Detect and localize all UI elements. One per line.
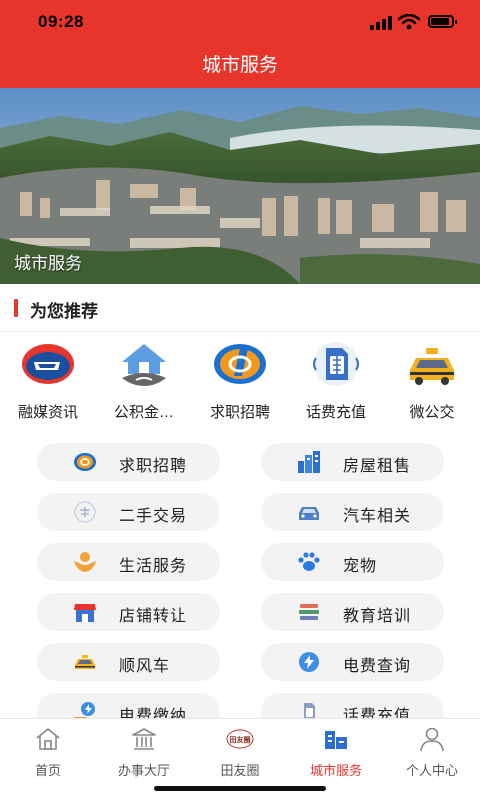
city-service-icon xyxy=(325,731,347,749)
tab-label: 田友圈 xyxy=(220,763,260,778)
circle-logo-icon: 田友圈 xyxy=(226,729,254,749)
hall-icon xyxy=(132,728,156,750)
service-label: 电费缴纳 xyxy=(119,708,188,718)
service-label: 房屋租售 xyxy=(343,458,412,475)
tab-home[interactable]: 首页 xyxy=(0,723,96,783)
service-label: 话费充值 xyxy=(343,708,412,718)
svg-text:田友圈: 田友圈 xyxy=(230,735,251,744)
car-icon xyxy=(299,507,319,520)
recommend-label: 求职招聘 xyxy=(209,404,270,421)
service-car[interactable]: 汽车相关 xyxy=(261,493,444,531)
electricity-pay-icon xyxy=(74,702,95,718)
buildings-icon xyxy=(298,451,320,473)
job-icon xyxy=(74,453,96,471)
recommend-item-media-news[interactable]: 融媒资讯 xyxy=(0,340,96,421)
recommend-label: 微公交 xyxy=(409,404,455,421)
media-news-icon xyxy=(22,344,74,384)
service-label: 二手交易 xyxy=(119,508,188,525)
status-bar: 09:28 xyxy=(0,0,480,44)
tab-circle[interactable]: 田友圈 田友圈 xyxy=(192,723,288,783)
shop-icon xyxy=(74,604,96,622)
service-label: 生活服务 xyxy=(119,558,188,575)
sim-card-icon xyxy=(313,342,359,386)
recommend-label: 融媒资讯 xyxy=(17,404,78,421)
books-icon xyxy=(299,604,319,620)
home-indicator[interactable] xyxy=(154,786,326,791)
recommend-item-housing-fund[interactable]: 公积金… xyxy=(96,340,192,421)
service-label: 汽车相关 xyxy=(343,508,412,525)
paw-icon xyxy=(298,552,320,571)
service-second-hand[interactable]: 二手交易 xyxy=(37,493,220,531)
recommend-item-bus[interactable]: 微公交 xyxy=(384,340,480,421)
sim-card-icon xyxy=(304,703,315,718)
service-label: 店铺转让 xyxy=(119,608,188,625)
service-electricity-pay[interactable]: 电费缴纳 xyxy=(37,693,220,718)
job-icon xyxy=(214,344,266,384)
recommend-label: 话费充值 xyxy=(305,404,366,421)
tab-city-service[interactable]: 城市服务 xyxy=(288,723,384,783)
recommend-list: 融媒资讯 公积金… 求职招聘 话费充值 微公交 xyxy=(0,332,480,422)
taxi-icon xyxy=(75,655,95,669)
city-banner[interactable]: 城市服务 xyxy=(0,88,480,284)
service-job[interactable]: 求职招聘 xyxy=(37,443,220,481)
service-topup[interactable]: 话费充值 xyxy=(261,693,444,718)
tab-label: 首页 xyxy=(34,763,61,778)
status-time: 09:28 xyxy=(38,12,84,31)
recommend-title: 为您推荐 xyxy=(30,302,98,321)
taxi-icon xyxy=(410,348,454,385)
recommend-label: 公积金… xyxy=(113,404,174,421)
service-life[interactable]: 生活服务 xyxy=(37,543,220,581)
tab-profile[interactable]: 个人中心 xyxy=(384,723,480,783)
second-hand-icon xyxy=(74,501,96,523)
battery-icon xyxy=(428,15,457,28)
life-service-icon xyxy=(74,552,96,572)
service-label: 顺风车 xyxy=(119,658,171,675)
service-electricity-query[interactable]: 电费查询 xyxy=(261,643,444,681)
page-title: 城市服务 xyxy=(0,44,480,88)
tab-label: 办事大厅 xyxy=(117,763,170,778)
home-icon xyxy=(36,728,60,750)
service-housing[interactable]: 房屋租售 xyxy=(261,443,444,481)
service-education[interactable]: 教育培训 xyxy=(261,593,444,631)
service-shop[interactable]: 店铺转让 xyxy=(37,593,220,631)
service-label: 电费查询 xyxy=(343,658,412,675)
tab-label: 个人中心 xyxy=(405,763,458,778)
signal-icon xyxy=(370,16,392,30)
banner-caption: 城市服务 xyxy=(14,254,82,273)
service-carpool[interactable]: 顺风车 xyxy=(37,643,220,681)
wifi-icon xyxy=(398,14,420,30)
recommend-header: 为您推荐 xyxy=(0,284,480,332)
service-pet[interactable]: 宠物 xyxy=(261,543,444,581)
recommend-item-topup[interactable]: 话费充值 xyxy=(288,340,384,421)
service-label: 求职招聘 xyxy=(119,458,188,475)
user-icon xyxy=(420,727,444,752)
recommend-item-job[interactable]: 求职招聘 xyxy=(192,340,288,421)
electricity-query-icon xyxy=(299,652,319,672)
tab-hall[interactable]: 办事大厅 xyxy=(96,723,192,783)
service-label: 教育培训 xyxy=(343,608,412,625)
tab-label: 城市服务 xyxy=(309,763,362,778)
section-accent-bar xyxy=(14,299,18,317)
service-label: 宠物 xyxy=(343,558,378,575)
housing-fund-icon xyxy=(122,344,166,386)
service-grid: 求职招聘 房屋租售 二手交易 汽车相关 生活服务 宠物 店铺转让 教育培训 顺风… xyxy=(0,440,480,718)
